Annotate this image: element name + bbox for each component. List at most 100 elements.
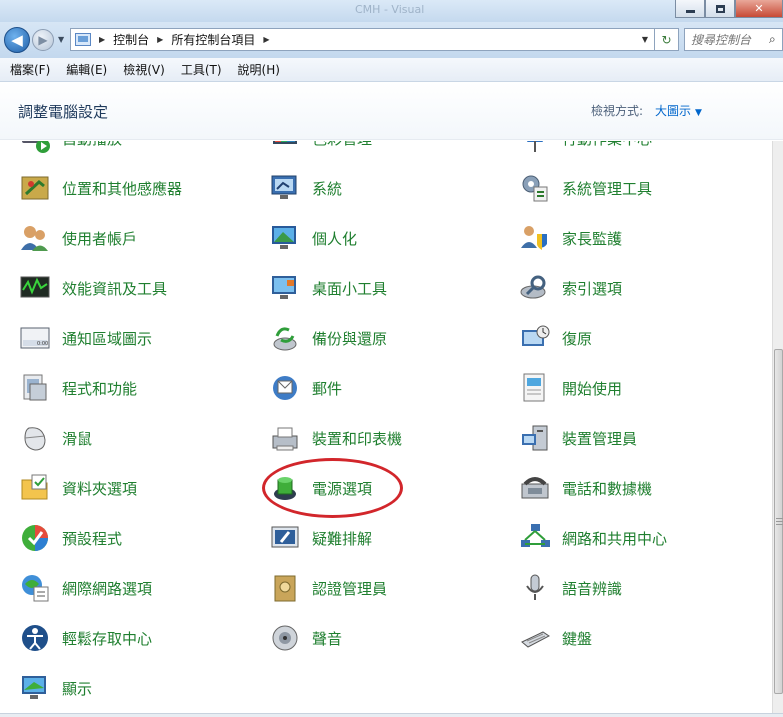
control-panel-item[interactable]: 開始使用 — [518, 368, 622, 408]
breadcrumb-separator-icon[interactable]: ▶ — [99, 35, 105, 44]
control-panel-item-label: 裝置和印表機 — [312, 429, 403, 448]
minimize-icon — [685, 10, 695, 13]
control-panel-item[interactable]: 輕鬆存取中心 — [18, 618, 152, 658]
control-panel-item[interactable]: 滑鼠 — [18, 418, 92, 458]
search-icon[interactable]: ⌕ — [769, 32, 776, 47]
control-panel-item[interactable]: 網際網路選項 — [18, 568, 152, 608]
control-panel-item[interactable]: 0:00 通知區域圖示 — [18, 318, 152, 358]
speech-recognition-icon — [518, 571, 552, 605]
control-panel-item-label: 行動作業中心 — [562, 141, 652, 149]
control-panel-item[interactable]: 色彩管理 — [268, 141, 372, 158]
control-panel-item-label: 備份與還原 — [312, 329, 388, 348]
close-button[interactable]: ✕ — [735, 0, 783, 18]
control-panel-item-label: 認證管理員 — [312, 579, 388, 598]
address-dropdown-icon[interactable]: ▼ — [642, 35, 648, 44]
control-panel-item[interactable]: 備份與還原 — [268, 318, 387, 358]
control-panel-item[interactable]: 桌面小工具 — [268, 268, 387, 308]
autoplay-icon — [18, 141, 52, 155]
control-panel-item[interactable]: 位置和其他感應器 — [18, 168, 182, 208]
user-accounts-icon — [18, 221, 52, 255]
control-panel-item-label: 位置和其他感應器 — [62, 179, 183, 198]
control-panel-item-label: 疑難排解 — [312, 529, 373, 548]
performance-icon — [18, 271, 52, 305]
control-panel-items: 自動播放 色彩管理 行動作業中心位置和其他感應器 系統 系統管理工具使用者帳戶 個人化 家長… — [0, 141, 772, 717]
control-panel-item[interactable]: 裝置和印表機 — [268, 418, 402, 458]
forward-button[interactable]: ▶ — [32, 29, 54, 51]
control-panel-item-label: 家長監護 — [562, 229, 623, 248]
breadcrumb-control-panel[interactable]: 控制台 — [113, 31, 149, 48]
control-panel-item[interactable]: 自動播放 — [18, 141, 122, 158]
menu-bar: 檔案(F) 編輯(E) 檢視(V) 工具(T) 說明(H) — [0, 58, 783, 82]
scrollbar-thumb[interactable] — [774, 349, 783, 694]
mouse-icon — [18, 421, 52, 455]
control-panel-item-label: 復原 — [562, 329, 593, 348]
menu-edit[interactable]: 編輯(E) — [66, 61, 107, 78]
menu-tools[interactable]: 工具(T) — [181, 61, 222, 78]
control-panel-item[interactable]: 系統 — [268, 168, 342, 208]
control-panel-item[interactable]: 使用者帳戶 — [18, 218, 137, 258]
close-icon: ✕ — [754, 2, 764, 15]
breadcrumb-separator-icon[interactable]: ▶ — [263, 35, 269, 44]
menu-file[interactable]: 檔案(F) — [10, 61, 50, 78]
control-panel-item-label: 網路和共用中心 — [562, 529, 668, 548]
maximize-button[interactable] — [705, 0, 735, 18]
control-panel-item[interactable]: 聲音 — [268, 618, 342, 658]
control-panel-item-label: 鍵盤 — [562, 629, 593, 648]
control-panel-item[interactable]: 郵件 — [268, 368, 342, 408]
control-panel-item[interactable]: 系統管理工具 — [518, 168, 652, 208]
vertical-scrollbar[interactable] — [772, 141, 783, 717]
recovery-icon — [518, 321, 552, 355]
search-box[interactable]: ⌕ — [684, 28, 783, 51]
grip-line — [776, 521, 783, 522]
control-panel-item[interactable]: 家長監護 — [518, 218, 622, 258]
menu-view[interactable]: 檢視(V) — [123, 61, 165, 78]
control-panel-item[interactable]: 鍵盤 — [518, 618, 592, 658]
control-panel-item-label: 個人化 — [312, 229, 358, 248]
control-panel-item[interactable]: 電源選項 — [268, 468, 372, 508]
breadcrumb-separator-icon[interactable]: ▶ — [157, 35, 163, 44]
phone-modem-icon — [518, 471, 552, 505]
control-panel-item[interactable]: 個人化 — [268, 218, 357, 258]
internet-options-icon — [18, 571, 52, 605]
address-bar[interactable]: ▶ 控制台 ▶ 所有控制台項目 ▶ ▼ — [70, 28, 655, 51]
grip-line — [776, 524, 783, 525]
search-input[interactable] — [691, 32, 769, 47]
mail-icon — [268, 371, 302, 405]
sound-icon — [268, 621, 302, 655]
backup-restore-icon — [268, 321, 302, 355]
control-panel-item[interactable]: 裝置管理員 — [518, 418, 637, 458]
control-panel-item[interactable]: 預設程式 — [18, 518, 122, 558]
getting-started-icon — [518, 371, 552, 405]
notification-icons-icon: 0:00 — [18, 321, 52, 355]
control-panel-item[interactable]: 資料夾選項 — [18, 468, 137, 508]
control-panel-item[interactable]: 顯示 — [18, 668, 92, 708]
control-panel-item[interactable]: 復原 — [518, 318, 592, 358]
control-panel-icon — [75, 33, 91, 46]
minimize-button[interactable] — [675, 0, 705, 18]
back-button[interactable]: ◀ — [4, 27, 30, 53]
control-panel-item[interactable]: 索引選項 — [518, 268, 622, 308]
page-title: 調整電腦設定 — [18, 103, 109, 121]
control-panel-item[interactable]: 行動作業中心 — [518, 141, 652, 158]
control-panel-item[interactable]: 電話和數據機 — [518, 468, 652, 508]
control-panel-item-label: 聲音 — [312, 629, 343, 648]
control-panel-item[interactable]: 效能資訊及工具 — [18, 268, 167, 308]
control-panel-item[interactable]: 程式和功能 — [18, 368, 137, 408]
chevron-down-icon[interactable]: ▼ — [695, 108, 702, 118]
breadcrumb-all-items[interactable]: 所有控制台項目 — [171, 31, 255, 48]
control-panel-item[interactable]: 認證管理員 — [268, 568, 387, 608]
refresh-button[interactable]: ↻ — [655, 28, 679, 51]
control-panel-item[interactable]: 語音辨識 — [518, 568, 622, 608]
control-panel-item[interactable]: 網路和共用中心 — [518, 518, 667, 558]
keyboard-icon — [518, 621, 552, 655]
action-center-icon — [518, 141, 552, 155]
view-by-dropdown[interactable]: 大圖示 ▼ — [655, 102, 702, 119]
location-sensors-icon — [18, 171, 52, 205]
control-panel-item-label: 色彩管理 — [312, 141, 372, 149]
menu-help[interactable]: 說明(H) — [238, 61, 280, 78]
control-panel-item[interactable]: 疑難排解 — [268, 518, 372, 558]
view-by-value[interactable]: 大圖示 — [655, 104, 691, 118]
recent-pages-dropdown[interactable]: ▼ — [58, 35, 64, 44]
title-bar: CMH - Visual ✕ — [0, 0, 783, 22]
color-management-icon — [268, 141, 302, 155]
